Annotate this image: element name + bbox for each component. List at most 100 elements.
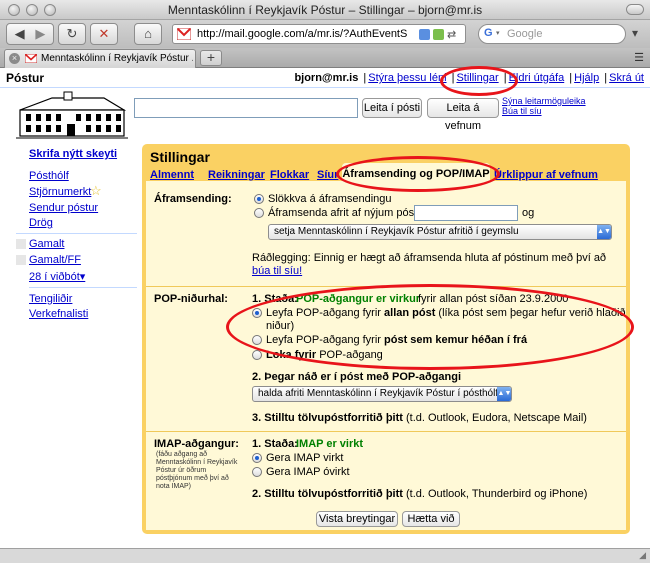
- web-search-placeholder: Google: [507, 28, 543, 40]
- chevron-down-icon: ▲▼: [597, 225, 611, 239]
- search-engine-dropdown-icon[interactable]: ▾: [496, 29, 500, 37]
- pop-action-select[interactable]: halda afriti Menntaskólinn í Reykjavík P…: [252, 386, 513, 402]
- forwarding-tip: Ráðlegging: Einnig er hægt að áframsenda…: [252, 252, 607, 264]
- imap-note-line: póstþjónum með því að: [156, 475, 229, 482]
- resize-grip-icon[interactable]: ◢: [639, 550, 646, 561]
- pop-all-mail-radio[interactable]: [252, 308, 262, 318]
- close-tab-icon[interactable]: ×: [9, 53, 20, 64]
- search-web-button[interactable]: Leita á vefnum: [427, 98, 499, 132]
- imap-enable-radio[interactable]: [252, 453, 262, 463]
- search-mail-button[interactable]: Leita í pósti: [362, 98, 422, 118]
- pop-status-prefix: 1. Staða:: [252, 293, 298, 305]
- pop-step3-b: (t.d. Outlook, Eudora, Netscape Mail): [406, 412, 587, 424]
- tab-web-clips[interactable]: Úrklippur af vefnum: [494, 169, 598, 181]
- tab-labels[interactable]: Flokkar: [270, 169, 309, 181]
- pop-all-mail-text-b: allan póst: [384, 307, 436, 319]
- window-title: Menntaskólinn í Reykjavík Póstur – Still…: [167, 3, 483, 17]
- pop-new-mail-text: Leyfa POP-aðgang fyrir póst sem kemur hé…: [266, 334, 527, 346]
- sidebar-tasks[interactable]: Verkefnalisti: [29, 308, 88, 320]
- tab-filters[interactable]: Síur: [317, 169, 338, 181]
- settings-panel: Stillingar Almennt Reikningar Flokkar Sí…: [142, 144, 630, 534]
- feed-icon[interactable]: [433, 29, 444, 40]
- imap-disable-text: Gera IMAP óvirkt: [266, 466, 350, 478]
- imap-enable-text: Gera IMAP virkt: [266, 452, 344, 464]
- cancel-button[interactable]: Hætta við: [402, 511, 460, 527]
- back-icon[interactable]: ◀: [15, 26, 25, 41]
- label-color-icon: [16, 255, 26, 265]
- compose-link[interactable]: Skrifa nýtt skeyti: [29, 148, 117, 160]
- gmail-favicon-icon: [177, 28, 191, 40]
- home-button[interactable]: ⌂: [134, 23, 162, 45]
- bookmarks-icon[interactable]: ▾: [632, 26, 638, 40]
- sidebar-item-drafts[interactable]: Drög: [29, 217, 53, 229]
- link-sign-out[interactable]: Skrá út: [609, 72, 644, 84]
- pop-status: POP-aðgangur er virkur: [296, 293, 421, 305]
- sidebar-label-gamalt-ff[interactable]: Gamalt/FF: [29, 254, 81, 266]
- web-search-field[interactable]: G ▾ Google: [478, 24, 626, 44]
- imap-note-line: nota IMAP): [156, 483, 192, 490]
- browser-tabs: × Menntaskólinn í Reykjavík Póstur ... +…: [0, 48, 650, 68]
- school-logo: [16, 91, 128, 139]
- back-forward-buttons[interactable]: ◀ ▶: [6, 23, 54, 45]
- link-manage-domain[interactable]: Stýra þessu léni: [368, 72, 446, 84]
- pop-disable-radio[interactable]: [252, 350, 262, 360]
- link-help[interactable]: Hjálp: [574, 72, 599, 84]
- pop-disable-text: Loka fyrir POP-aðgang: [266, 349, 383, 361]
- mail-search-input[interactable]: [134, 98, 358, 118]
- link-settings[interactable]: Stillingar: [456, 72, 498, 84]
- stop-button[interactable]: ✕: [90, 23, 118, 45]
- imap-note-line: Menntaskólinn í Reykjavík: [156, 459, 238, 466]
- sidebar-item-inbox[interactable]: Pósthólf: [29, 170, 69, 182]
- url-text: http://mail.google.com/a/mr.is/?AuthEven…: [197, 28, 408, 40]
- sidebar-contacts[interactable]: Tengiliðir: [29, 293, 72, 305]
- settings-content: Áframsending: Slökkva á áframsendingu Áf…: [146, 181, 626, 530]
- imap-status-prefix: 1. Staða:: [252, 438, 298, 450]
- sidebar-item-starred[interactable]: Stjörnumerkt: [29, 186, 91, 198]
- tab-gmail[interactable]: × Menntaskólinn í Reykjavík Póstur ...: [4, 49, 196, 68]
- create-filter-tip-link[interactable]: búa til síu!: [252, 265, 302, 277]
- tab-list-icon[interactable]: ☰: [634, 51, 644, 64]
- tab-general[interactable]: Almennt: [150, 169, 194, 181]
- sidebar-divider: [29, 287, 137, 288]
- save-changes-button[interactable]: Vista breytingar: [316, 511, 398, 527]
- forwarding-action-select[interactable]: setja Menntaskólinn í Reykjavík Póstur a…: [268, 224, 612, 240]
- forwarding-address-input[interactable]: [414, 205, 518, 221]
- pop-new-mail-radio[interactable]: [252, 335, 262, 345]
- forwarding-and-text: og: [522, 207, 535, 219]
- history-arrow-icon[interactable]: ⇄: [447, 28, 456, 41]
- tab-label: Menntaskólinn í Reykjavík Póstur ...: [41, 53, 193, 64]
- rss-icon[interactable]: [419, 29, 430, 40]
- section-divider: [146, 286, 626, 287]
- pop-all-mail-text-a: Leyfa POP-aðgang fyrir: [266, 307, 381, 319]
- toolbar-toggle-icon[interactable]: [626, 4, 644, 15]
- new-tab-button[interactable]: +: [200, 50, 222, 66]
- pop-all-mail-text-d: niður): [266, 320, 295, 332]
- sidebar-divider: [16, 233, 137, 234]
- show-search-options-link[interactable]: Sýna leitarmöguleika: [502, 96, 586, 106]
- imap-disable-radio[interactable]: [252, 467, 262, 477]
- sidebar-label-gamalt[interactable]: Gamalt: [29, 238, 64, 250]
- tab-accounts[interactable]: Reikningar: [208, 169, 265, 181]
- chevron-down-icon: ▲▼: [497, 387, 512, 401]
- link-older-version[interactable]: Eldri útgáfa: [509, 72, 565, 84]
- forwarding-off-radio[interactable]: [254, 194, 264, 204]
- stop-icon: ✕: [98, 26, 110, 41]
- settings-title: Stillingar: [150, 149, 210, 165]
- sidebar-item-sent[interactable]: Sendur póstur: [29, 202, 98, 214]
- imap-step2-b: (t.d. Outlook, Thunderbird og iPhone): [406, 488, 588, 500]
- reload-button[interactable]: ↻: [58, 23, 86, 45]
- forward-icon[interactable]: ▶: [35, 26, 45, 41]
- pop-label: POP-niðurhal:: [154, 293, 228, 305]
- pop-action-value: halda afriti Menntaskólinn í Reykjavík P…: [258, 388, 512, 399]
- search-options: Sýna leitarmöguleika Búa til síu: [502, 96, 586, 116]
- imap-label: IMAP-aðgangur:: [154, 438, 239, 450]
- pop-all-mail-text-c: (líka póst sem þegar hefur verið hlaðið: [438, 307, 626, 319]
- forwarding-off-text: Slökkva á áframsendingu: [268, 193, 392, 205]
- imap-note-line: (fáðu aðgang að: [156, 451, 207, 458]
- sidebar-more-labels[interactable]: 28 í viðbót▾: [29, 270, 85, 283]
- forwarding-on-radio[interactable]: [254, 208, 264, 218]
- create-filter-link[interactable]: Búa til síu: [502, 106, 542, 116]
- user-email: bjorn@mr.is: [294, 72, 359, 84]
- user-links: bjorn@mr.is | Stýra þessu léni | Stillinga…: [294, 72, 644, 84]
- url-bar[interactable]: http://mail.google.com/a/mr.is/?AuthEven…: [172, 24, 466, 44]
